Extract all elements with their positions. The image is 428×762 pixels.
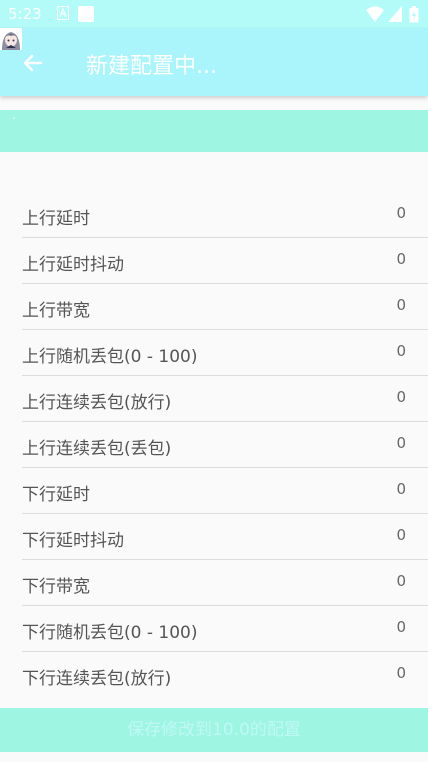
save-config-button[interactable]: 保存修改到10.0的配置 <box>0 708 428 752</box>
save-config-button-label: 保存修改到10.0的配置 <box>127 720 301 740</box>
setting-row[interactable]: 上行带宽 0 <box>22 284 428 330</box>
banner-mark: · <box>12 112 16 125</box>
setting-label: 上行随机丢包(0 - 100) <box>22 347 198 367</box>
setting-label: 下行带宽 <box>22 577 90 597</box>
setting-label: 上行连续丢包(放行) <box>22 393 172 413</box>
setting-value: 0 <box>396 204 406 222</box>
setting-label: 上行延时抖动 <box>22 255 124 275</box>
setting-label: 下行延时 <box>22 485 90 505</box>
status-time: 5:23 <box>8 5 42 23</box>
arrow-left-icon <box>23 54 43 72</box>
setting-value: 0 <box>396 572 406 590</box>
setting-value: 0 <box>396 342 406 360</box>
setting-label: 下行随机丢包(0 - 100) <box>22 623 198 643</box>
notification-square-icon <box>78 6 94 22</box>
back-button[interactable] <box>20 50 46 76</box>
setting-row[interactable]: 下行延时 0 <box>22 468 428 514</box>
wifi-icon <box>366 6 384 22</box>
status-bar: 5:23 <box>0 0 428 28</box>
setting-value: 0 <box>396 480 406 498</box>
app-bar: 新建配置中... <box>0 28 428 96</box>
setting-label: 上行延时 <box>22 209 90 229</box>
page-title: 新建配置中... <box>86 54 217 79</box>
setting-label: 上行连续丢包(丢包) <box>22 439 172 459</box>
setting-row[interactable]: 下行带宽 0 <box>22 560 428 606</box>
setting-row[interactable]: 下行延时抖动 0 <box>22 514 428 560</box>
setting-value: 0 <box>396 250 406 268</box>
setting-label: 上行带宽 <box>22 301 90 321</box>
avatar <box>0 28 22 50</box>
accent-banner: · <box>0 110 428 152</box>
signal-icon <box>388 6 402 22</box>
setting-label: 下行延时抖动 <box>22 531 124 551</box>
setting-row[interactable]: 上行延时 0 <box>22 192 428 238</box>
setting-value: 0 <box>396 388 406 406</box>
setting-value: 0 <box>396 526 406 544</box>
setting-row[interactable]: 上行连续丢包(丢包) 0 <box>22 422 428 468</box>
setting-row[interactable]: 下行随机丢包(0 - 100) 0 <box>22 606 428 652</box>
setting-row[interactable]: 上行随机丢包(0 - 100) 0 <box>22 330 428 376</box>
setting-value: 0 <box>396 618 406 636</box>
setting-row[interactable]: 上行连续丢包(放行) 0 <box>22 376 428 422</box>
setting-value: 0 <box>396 664 406 682</box>
setting-value: 0 <box>396 296 406 314</box>
setting-row[interactable]: 下行连续丢包(放行) 0 <box>22 652 428 698</box>
notification-a-icon <box>57 6 69 20</box>
settings-list: 上行延时 0 上行延时抖动 0 上行带宽 0 上行随机丢包(0 - 100) 0 上行连续丢包(… <box>22 192 428 698</box>
battery-icon <box>409 6 419 23</box>
setting-row[interactable]: 上行延时抖动 0 <box>22 238 428 284</box>
setting-value: 0 <box>396 434 406 452</box>
setting-label: 下行连续丢包(放行) <box>22 669 172 689</box>
